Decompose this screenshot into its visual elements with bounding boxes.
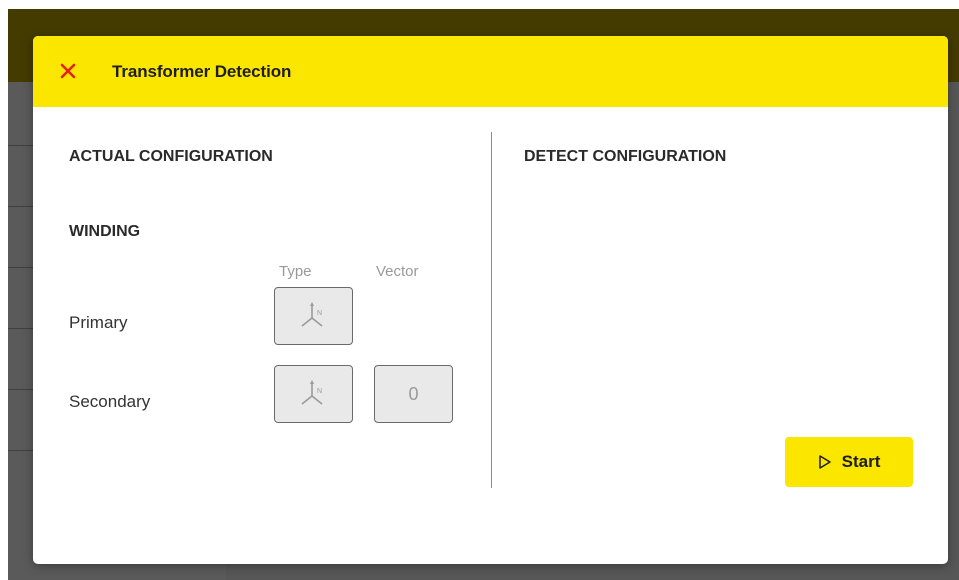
winding-heading: WINDING (69, 223, 141, 240)
close-icon (60, 63, 76, 79)
transformer-detection-dialog: Transformer Detection ACTUAL CONFIGURATI… (33, 36, 948, 564)
close-button[interactable] (57, 60, 79, 82)
start-button[interactable]: Start (785, 437, 913, 487)
secondary-type-button[interactable]: N (274, 365, 353, 423)
detect-configuration-heading: DETECT CONFIGURATION (524, 148, 727, 165)
primary-label: Primary (69, 313, 128, 332)
secondary-vector-value: 0 (408, 383, 419, 404)
svg-text:N: N (317, 388, 322, 395)
section-divider (491, 132, 492, 488)
type-column-label: Type (279, 263, 312, 280)
start-button-label: Start (841, 452, 881, 471)
vector-column-label: Vector (376, 263, 419, 280)
secondary-vector-button[interactable]: 0 (374, 365, 453, 423)
dialog-header: Transformer Detection (33, 36, 948, 107)
primary-type-button[interactable]: N (274, 287, 353, 345)
secondary-label: Secondary (69, 392, 151, 411)
wye-neutral-icon: N (301, 302, 322, 327)
actual-configuration-heading: ACTUAL CONFIGURATION (69, 148, 273, 165)
play-icon (818, 455, 831, 469)
dialog-title: Transformer Detection (112, 62, 292, 81)
wye-neutral-icon: N (301, 380, 322, 405)
svg-text:N: N (317, 310, 322, 317)
